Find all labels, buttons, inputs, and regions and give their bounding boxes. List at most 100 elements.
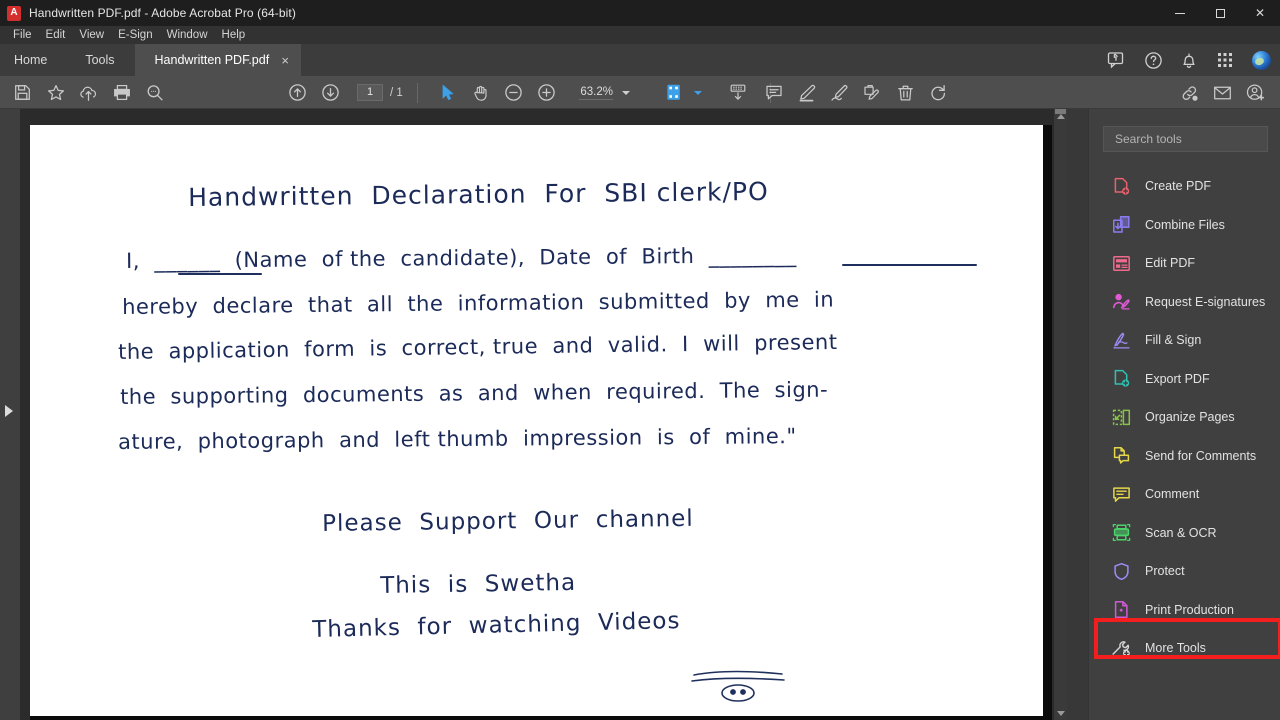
upload-cloud-icon[interactable] <box>72 76 105 109</box>
chevron-down-icon[interactable] <box>622 90 630 95</box>
create-pdf-icon <box>1111 176 1131 196</box>
tool-label: Organize Pages <box>1145 410 1235 425</box>
window-title: Handwritten PDF.pdf - Adobe Acrobat Pro … <box>29 6 296 20</box>
share-feedback-icon[interactable] <box>1106 49 1128 71</box>
close-button[interactable]: ✕ <box>1240 0 1280 26</box>
document-viewport[interactable]: Handwritten Declaration For SBI clerk/PO… <box>20 109 1067 720</box>
window-controls: ✕ <box>1160 0 1280 26</box>
stamp-icon[interactable] <box>856 76 889 109</box>
send-for-comments-icon <box>1111 446 1131 466</box>
minimize-icon <box>1175 12 1185 14</box>
tool-item-request-esignatures[interactable]: Request E-signatures <box>1089 283 1280 322</box>
tab-bar: Home Tools Handwritten PDF.pdf × <box>0 44 1280 76</box>
handwriting-closing-2: This is Swetha <box>380 569 577 599</box>
vertical-scrollbar[interactable] <box>1054 109 1067 720</box>
pdf-page[interactable]: Handwritten Declaration For SBI clerk/PO… <box>30 125 1043 716</box>
tools-panel: Search tools Create PDF Combine Files Ed… <box>1088 109 1280 720</box>
handwriting-line-3: the application form is correct, true an… <box>118 329 838 364</box>
hand-pan-icon[interactable] <box>464 76 497 109</box>
add-person-icon[interactable] <box>1239 76 1272 109</box>
notification-bell-icon[interactable] <box>1178 49 1200 71</box>
print-icon[interactable] <box>105 76 138 109</box>
page-fit-caret-icon[interactable] <box>691 76 705 109</box>
draw-freehand-icon[interactable] <box>823 76 856 109</box>
star-favorite-icon[interactable] <box>39 76 72 109</box>
comment-icon <box>1111 484 1131 504</box>
tool-item-combine-files[interactable]: Combine Files <box>1089 206 1280 245</box>
share-link-icon[interactable] <box>1173 76 1206 109</box>
app-grid-icon[interactable] <box>1214 49 1236 71</box>
tool-label: Export PDF <box>1145 371 1210 386</box>
tool-item-print-production[interactable]: Print Production <box>1089 591 1280 630</box>
save-icon[interactable] <box>6 76 39 109</box>
tool-item-create-pdf[interactable]: Create PDF <box>1089 167 1280 206</box>
tool-label: Print Production <box>1145 602 1234 617</box>
maximize-icon <box>1215 8 1225 18</box>
more-tools-wrench-icon <box>1111 638 1131 658</box>
rotate-icon[interactable] <box>922 76 955 109</box>
scroll-mode-icon[interactable] <box>721 76 754 109</box>
zoom-level-value[interactable]: 63.2% <box>579 86 613 100</box>
add-comment-icon[interactable] <box>757 76 790 109</box>
maximize-button[interactable] <box>1200 0 1240 26</box>
menu-file[interactable]: File <box>6 28 39 42</box>
scroll-down-arrow[interactable] <box>1054 706 1067 720</box>
search-tools-placeholder: Search tools <box>1115 132 1182 146</box>
handwriting-line-1: I, ______ (Name of the candidate), Date … <box>126 243 797 273</box>
tool-label: Send for Comments <box>1145 448 1257 463</box>
tool-label: More Tools <box>1145 641 1206 656</box>
zoom-in-icon[interactable] <box>530 76 563 109</box>
delete-trash-icon[interactable] <box>889 76 922 109</box>
tool-item-comment[interactable]: Comment <box>1089 475 1280 514</box>
combine-files-icon <box>1111 215 1131 235</box>
handwriting-closing-3: Thanks for watching Videos <box>312 608 681 643</box>
page-fit-icon[interactable] <box>658 76 691 109</box>
tool-item-organize-pages[interactable]: Organize Pages <box>1089 398 1280 437</box>
tool-item-more-tools[interactable]: More Tools <box>1089 629 1280 668</box>
tool-item-fill-and-sign[interactable]: Fill & Sign <box>1089 321 1280 360</box>
minimize-button[interactable] <box>1160 0 1200 26</box>
highlight-icon[interactable] <box>790 76 823 109</box>
main-toolbar: 1 / 1 63.2% <box>0 76 1280 109</box>
menu-window[interactable]: Window <box>160 28 215 42</box>
tab-tools-label: Tools <box>85 53 115 67</box>
search-tools-input[interactable]: Search tools <box>1103 126 1268 152</box>
expand-left-panel-arrow[interactable] <box>5 405 13 417</box>
tool-item-protect[interactable]: Protect <box>1089 552 1280 591</box>
menu-edit[interactable]: Edit <box>39 28 73 42</box>
zoom-search-icon[interactable] <box>138 76 171 109</box>
user-avatar[interactable] <box>1250 49 1272 71</box>
tool-label: Fill & Sign <box>1145 333 1202 348</box>
tool-label: Request E-signatures <box>1145 294 1266 309</box>
menu-view[interactable]: View <box>72 28 111 42</box>
handwriting-line-5: ature, photograph and left thumb impress… <box>118 424 797 454</box>
left-navigation-rail <box>0 109 20 720</box>
close-icon: ✕ <box>1254 6 1266 20</box>
zoom-out-icon[interactable] <box>497 76 530 109</box>
arrow-down-circle-icon[interactable] <box>314 76 347 109</box>
scrollbar-thumb[interactable] <box>1055 109 1066 114</box>
handwriting-line-2: hereby declare that all the information … <box>122 287 835 319</box>
blank-dob-line <box>842 264 977 266</box>
page-number-input[interactable]: 1 <box>357 84 383 101</box>
tool-label: Edit PDF <box>1145 256 1196 271</box>
page-total-label: / 1 <box>390 86 403 99</box>
menu-esign[interactable]: E-Sign <box>111 28 160 42</box>
select-cursor-icon[interactable] <box>431 76 464 109</box>
tab-home[interactable]: Home <box>0 44 66 76</box>
request-esignatures-icon <box>1111 292 1131 312</box>
tool-item-export-pdf[interactable]: Export PDF <box>1089 360 1280 399</box>
tab-tools[interactable]: Tools <box>65 44 135 76</box>
handwriting-closing-1: Please Support Our channel <box>322 505 694 537</box>
tool-item-edit-pdf[interactable]: Edit PDF <box>1089 244 1280 283</box>
menu-help[interactable]: Help <box>215 28 253 42</box>
tool-item-send-for-comments[interactable]: Send for Comments <box>1089 437 1280 476</box>
tab-close-icon[interactable]: × <box>279 54 291 67</box>
arrow-up-circle-icon[interactable] <box>281 76 314 109</box>
tab-document[interactable]: Handwritten PDF.pdf × <box>134 44 302 76</box>
help-icon[interactable] <box>1142 49 1164 71</box>
protect-shield-icon <box>1111 561 1131 581</box>
print-production-icon <box>1111 600 1131 620</box>
email-icon[interactable] <box>1206 76 1239 109</box>
tool-item-scan-and-ocr[interactable]: Scan & OCR <box>1089 514 1280 553</box>
